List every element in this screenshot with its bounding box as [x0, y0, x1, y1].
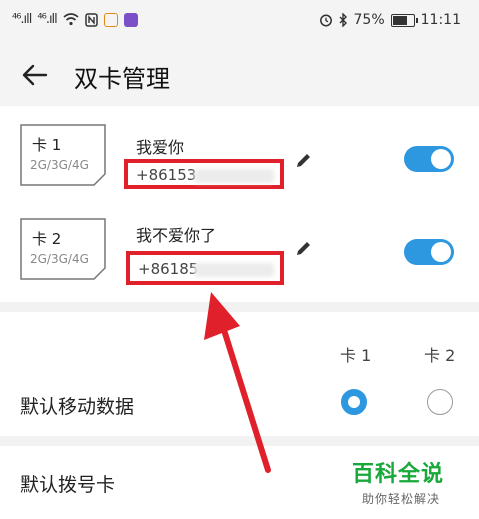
sim-card-list: 卡 1 2G/3G/4G 我爱你 +86153 卡 2 2G/3G/4G 我不爱…: [0, 106, 479, 302]
sim-card-2-icon: 卡 2 2G/3G/4G: [20, 218, 106, 280]
default-mobile-data-label: 默认移动数据: [20, 396, 135, 418]
mobile-data-sim-1-radio[interactable]: [341, 389, 367, 415]
column-sim-1: 卡 1: [340, 346, 372, 365]
app-notification-icon: [103, 12, 118, 27]
sim-1-slot-label: 卡 1: [32, 136, 62, 154]
watermark-logo: 百科全说 助你轻松解决: [352, 456, 472, 507]
signal-2-icon: ⁴⁶.ıll: [37, 12, 57, 27]
status-left: ⁴⁶.ıll ⁴⁶.ıll: [12, 12, 138, 27]
status-right: 75% 11:11: [319, 12, 461, 28]
nfc-icon: [85, 12, 98, 27]
sim-1-number-masked: [194, 169, 274, 183]
default-dial-label: 默认拨号卡: [20, 474, 116, 496]
title-bar: 双卡管理: [0, 44, 479, 106]
column-sim-2: 卡 2: [424, 346, 456, 365]
status-bar: ⁴⁶.ıll ⁴⁶.ıll 75% 11:11: [0, 0, 479, 44]
watermark-subtitle: 助你轻松解决: [362, 492, 441, 506]
mobile-data-sim-2-radio[interactable]: [427, 389, 453, 415]
default-settings: 卡 1 卡 2 默认移动数据: [0, 312, 479, 436]
edit-sim-2-name-icon[interactable]: [294, 238, 314, 258]
battery-icon: [390, 13, 418, 27]
sim-1-name: 我爱你: [136, 138, 185, 157]
clock: 11:11: [420, 12, 461, 28]
back-arrow-icon[interactable]: [20, 60, 50, 90]
battery-percent: 75%: [353, 12, 385, 28]
bluetooth-icon: [339, 13, 347, 27]
sim-2-name: 我不爱你了: [136, 226, 217, 245]
sim-card-1-icon: 卡 1 2G/3G/4G: [20, 124, 106, 186]
alarm-icon: [319, 14, 332, 27]
sim-row-2: 卡 2 2G/3G/4G 我不爱你了 +86185: [0, 206, 479, 298]
sim-2-slot-label: 卡 2: [32, 230, 62, 248]
sim-1-number: +86153: [136, 166, 197, 184]
sim-2-number-highlight: +86185: [126, 251, 284, 285]
sim-2-network: 2G/3G/4G: [30, 252, 89, 266]
sim-1-network: 2G/3G/4G: [30, 158, 89, 172]
app-notification-icon-2: [123, 12, 138, 27]
wifi-icon: [63, 13, 79, 26]
signal-1-icon: ⁴⁶.ıll: [12, 12, 32, 27]
sim-2-toggle[interactable]: [404, 239, 454, 265]
page-title: 双卡管理: [74, 65, 170, 93]
sim-2-number-masked: [194, 263, 274, 277]
watermark-title: 百科全说: [352, 462, 445, 487]
sim-1-number-highlight: +86153: [124, 159, 284, 189]
sim-1-toggle[interactable]: [404, 146, 454, 172]
sim-row-1: 卡 1 2G/3G/4G 我爱你 +86153: [0, 106, 479, 198]
edit-sim-1-name-icon[interactable]: [294, 150, 314, 170]
sim-2-number: +86185: [138, 260, 199, 278]
